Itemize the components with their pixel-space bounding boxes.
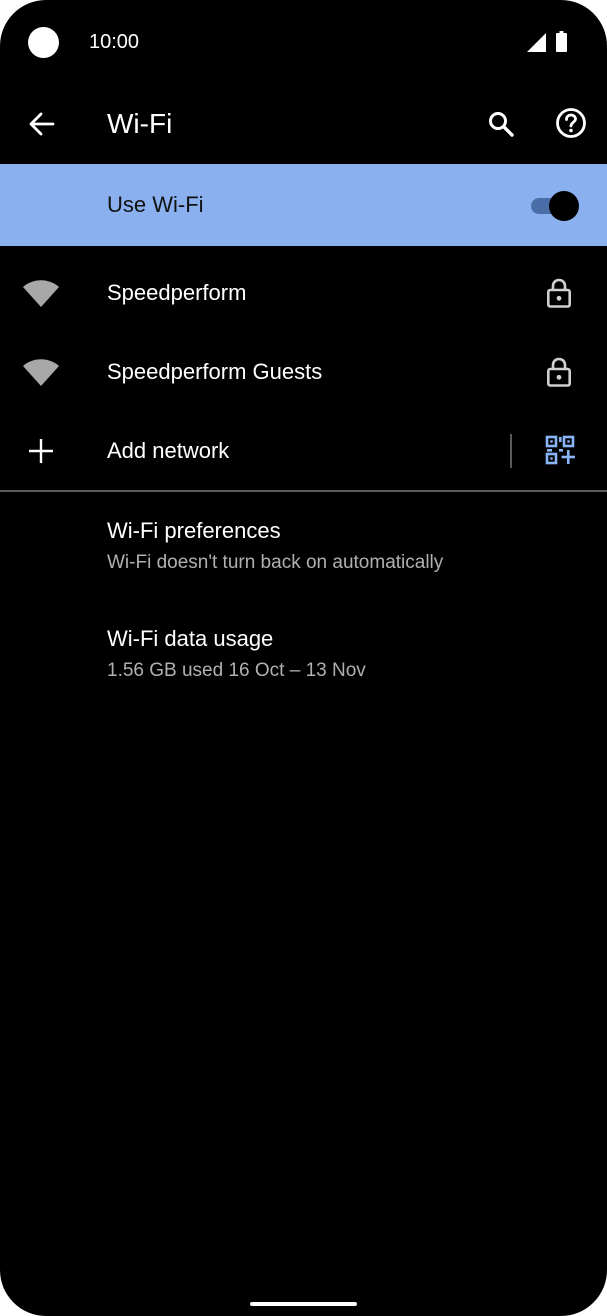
app-bar: Wi-Fi bbox=[0, 86, 607, 164]
use-wifi-switch-bar[interactable]: Use Wi-Fi bbox=[0, 164, 607, 246]
wifi-preferences-summary: Wi-Fi doesn't turn back on automatically bbox=[107, 552, 444, 573]
wifi-signal-icon bbox=[22, 274, 60, 312]
qr-code-scan-button[interactable] bbox=[542, 432, 578, 468]
page-title: Wi-Fi bbox=[107, 108, 173, 139]
lock-icon bbox=[544, 357, 574, 387]
wifi-signal-icon bbox=[22, 353, 60, 391]
help-icon bbox=[556, 108, 586, 138]
network-name: Speedperform Guests bbox=[107, 359, 323, 384]
toggle-thumb bbox=[549, 191, 579, 221]
wifi-data-usage-title: Wi-Fi data usage bbox=[107, 626, 274, 651]
search-button[interactable] bbox=[481, 104, 521, 144]
network-item-speedperform[interactable]: Speedperform bbox=[0, 254, 607, 333]
back-arrow-icon bbox=[29, 112, 55, 136]
status-clock: 10:00 bbox=[89, 31, 140, 53]
network-item-speedperform-guests[interactable]: Speedperform Guests bbox=[0, 333, 607, 412]
wifi-data-usage-summary: 1.56 GB used 16 Oct – 13 Nov bbox=[107, 660, 366, 681]
status-bar: 10:00 bbox=[0, 0, 607, 86]
use-wifi-toggle[interactable] bbox=[531, 191, 581, 221]
back-button[interactable] bbox=[22, 104, 62, 144]
wifi-data-usage-item[interactable]: Wi-Fi data usage 1.56 GB used 16 Oct – 1… bbox=[0, 625, 607, 725]
wifi-preferences-item[interactable]: Wi-Fi preferences Wi-Fi doesn't turn bac… bbox=[0, 517, 607, 617]
lock-icon bbox=[544, 278, 574, 308]
battery-icon bbox=[556, 31, 567, 52]
camera-cutout bbox=[28, 27, 59, 58]
wifi-preferences-title: Wi-Fi preferences bbox=[107, 518, 281, 543]
use-wifi-label: Use Wi-Fi bbox=[107, 192, 204, 217]
vertical-divider bbox=[510, 434, 512, 468]
add-network-item[interactable]: Add network bbox=[0, 412, 607, 491]
phone-screen: 10:00 Wi-Fi Use Wi-Fi Speedperform Speed… bbox=[0, 0, 607, 1316]
home-indicator[interactable] bbox=[250, 1302, 357, 1306]
signal-icon bbox=[527, 33, 546, 52]
network-name: Speedperform bbox=[107, 280, 247, 305]
plus-icon bbox=[22, 432, 60, 470]
qr-code-scan-icon bbox=[545, 435, 575, 465]
help-button[interactable] bbox=[551, 103, 591, 143]
add-network-label: Add network bbox=[107, 438, 230, 463]
search-icon bbox=[489, 112, 514, 137]
section-divider bbox=[0, 490, 607, 492]
